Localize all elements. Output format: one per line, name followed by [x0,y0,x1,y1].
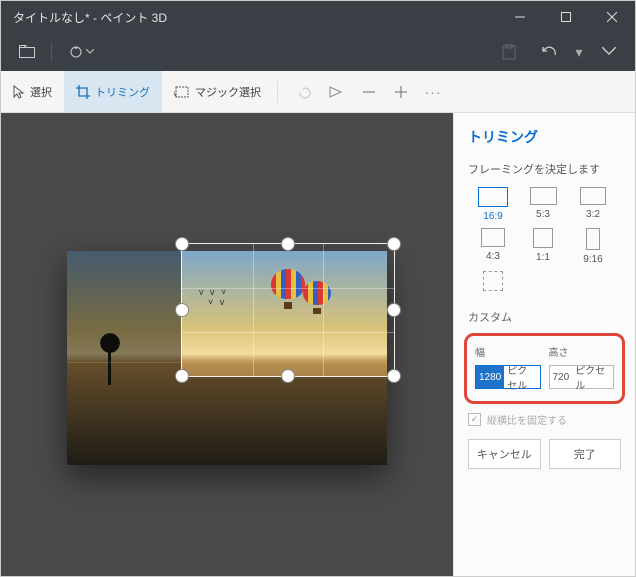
minus-icon [363,86,375,98]
transform-tools: ··· [290,71,448,112]
done-label: 完了 [574,446,596,462]
crop-handle-se[interactable] [387,369,401,383]
close-icon [607,12,617,22]
tool-minus[interactable] [354,71,384,113]
cancel-button[interactable]: キャンセル [468,439,541,469]
menubar: ▾ [1,33,635,71]
ratio-5-3[interactable]: 5:3 [518,187,568,222]
tool-select[interactable]: 選択 [1,71,64,112]
ratio-9-16[interactable]: 9:16 [568,228,618,265]
crop-handle-ne[interactable] [387,237,401,251]
menu-file-button[interactable] [7,33,47,71]
width-input[interactable]: 1280 ピクセル [475,365,541,389]
tool-rotate[interactable] [290,71,320,113]
ratio-label: 5:3 [536,209,550,220]
maximize-button[interactable] [543,1,589,33]
ratio-label: 4:3 [486,251,500,262]
separator [277,81,278,103]
close-button[interactable] [589,1,635,33]
window-title: タイトルなし* - ペイント 3D [1,9,497,26]
tool-select-label: 選択 [30,84,52,100]
tool-crop[interactable]: トリミング [64,71,162,112]
crop-handle-sw[interactable] [175,369,189,383]
maximize-icon [561,12,571,22]
magic-select-icon [174,85,190,99]
folder-icon [19,45,35,59]
ratio-16-9[interactable]: 16:9 [468,187,518,222]
minimize-button[interactable] [497,1,543,33]
lock-aspect-checkbox[interactable]: ✓ [468,413,481,426]
ratio-label: 16:9 [483,211,502,222]
height-input[interactable]: 720 ピクセル [549,365,615,389]
separator [51,42,52,62]
main-area: v v ˅ ˅ v トリミング [1,113,635,576]
cancel-label: キャンセル [477,446,532,462]
tool-crop-label: トリミング [95,84,150,100]
paste-icon [502,44,516,60]
crop-icon [76,85,90,99]
aspect-ratio-grid: 16:9 5:3 3:2 4:3 1:1 9:16 [468,187,621,301]
crop-dim [67,251,181,465]
history-button[interactable]: ▾ [569,33,589,71]
height-label: 高さ [549,344,615,359]
crop-handle-s[interactable] [281,369,295,383]
more-icon: ··· [425,84,442,100]
ratio-label: 3:2 [586,209,600,220]
lock-aspect-label: 縦横比を固定する [487,412,567,427]
side-panel: トリミング フレーミングを決定します 16:9 5:3 3:2 4:3 1:1 … [453,113,635,576]
ratio-4-3[interactable]: 4:3 [468,228,518,265]
titlebar: タイトルなし* - ペイント 3D [1,1,635,33]
framing-label: フレーミングを決定します [468,161,621,177]
ratio-1-1[interactable]: 1:1 [518,228,568,265]
lock-aspect-row[interactable]: ✓ 縦横比を固定する [468,412,621,427]
width-value: 1280 [476,366,504,388]
panel-buttons: キャンセル 完了 [468,439,621,469]
app-window: タイトルなし* - ペイント 3D ▾ [0,0,636,577]
chevron-down-icon [86,49,94,55]
redo-button[interactable] [589,33,629,71]
paste-button[interactable] [489,33,529,71]
undo-icon [541,45,557,59]
height-unit: ピクセル [572,362,613,392]
tool-flip-h[interactable] [322,71,352,113]
minimize-icon [515,12,525,22]
crop-handle-n[interactable] [281,237,295,251]
crop-handle-w[interactable] [175,303,189,317]
custom-label: カスタム [468,309,621,325]
tools-toolbar: 選択 トリミング マジック選択 [1,71,635,113]
chevron-down-large-icon [602,47,616,57]
width-label: 幅 [475,344,541,359]
cursor-icon [13,85,25,99]
ratio-3-2[interactable]: 3:2 [568,187,618,222]
crop-frame[interactable] [181,243,395,377]
menu-brush-button[interactable] [56,33,106,71]
tool-magic-label: マジック選択 [195,84,261,100]
crop-dim [181,377,387,465]
dimensions-highlight: 幅 高さ 1280 ピクセル 720 ピクセル [464,333,625,404]
brush-icon [68,44,84,60]
tool-magic-select[interactable]: マジック選択 [162,71,273,112]
tool-plus[interactable] [386,71,416,113]
canvas-area[interactable]: v v ˅ ˅ v [1,113,453,576]
ratio-label: 1:1 [536,252,550,263]
ratio-custom[interactable] [468,271,518,295]
done-button[interactable]: 完了 [549,439,622,469]
crop-handle-nw[interactable] [175,237,189,251]
tool-more[interactable]: ··· [418,71,448,113]
rotate-icon [297,85,313,99]
plus-icon [395,86,407,98]
undo-button[interactable] [529,33,569,71]
height-value: 720 [550,366,573,388]
crop-handle-e[interactable] [387,303,401,317]
width-unit: ピクセル [504,362,539,392]
ratio-label: 9:16 [583,254,602,265]
flip-h-icon [329,86,345,98]
panel-title: トリミング [468,127,621,147]
